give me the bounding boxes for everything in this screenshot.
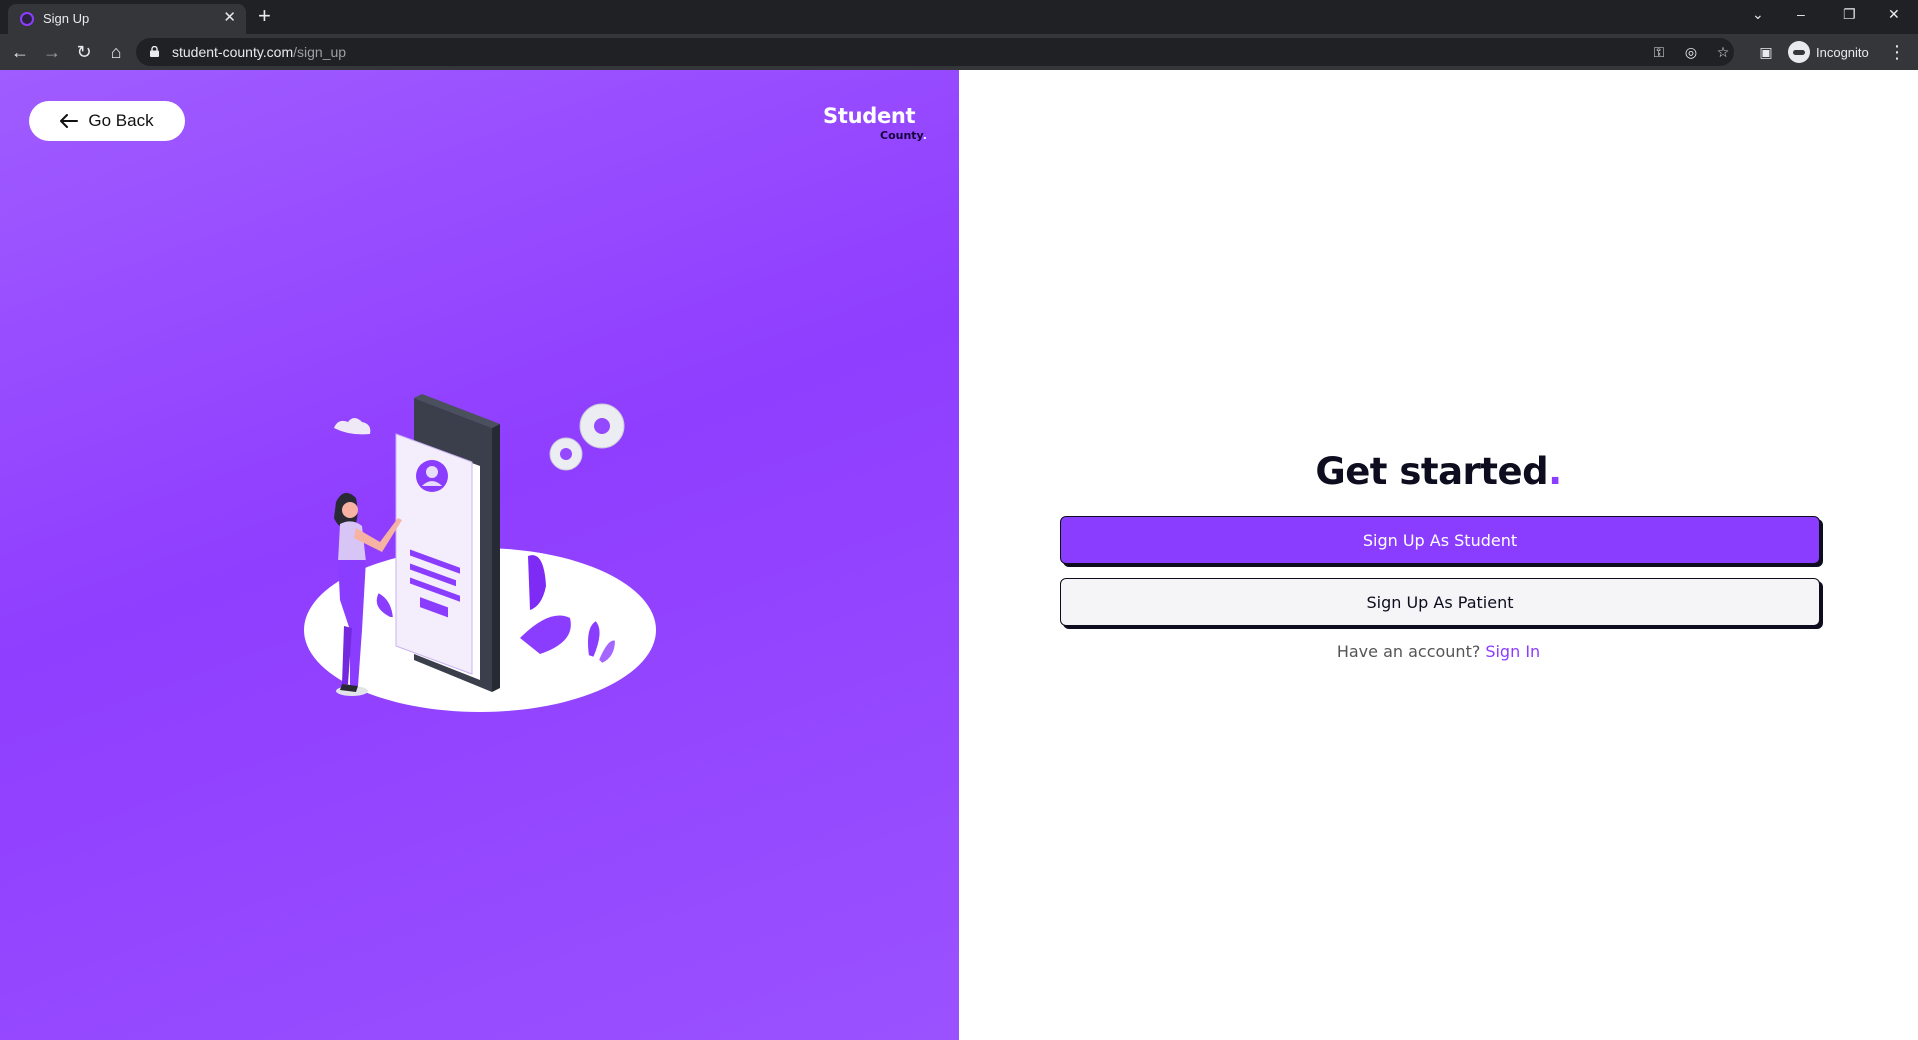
browser-toolbar: ← → ↻ ⌂ student-county.com/sign_up ⚿ ◎ ☆… (0, 34, 1918, 70)
brand-sub-text: County. (880, 129, 927, 142)
go-back-label: Go Back (88, 111, 154, 130)
restore-icon[interactable]: ❐ (1843, 5, 1856, 23)
url-path: /sign_up (293, 44, 347, 60)
eye-off-icon[interactable]: ◎ (1682, 43, 1700, 61)
have-account-text: Have an account? (1336, 642, 1481, 661)
browser-tab-strip: Sign Up ✕ + ⌄ – ❐ ✕ (0, 0, 1918, 34)
browser-menu-icon[interactable]: ⋮ (1888, 40, 1906, 64)
browser-tab[interactable]: Sign Up ✕ (8, 4, 246, 34)
sign-in-link[interactable]: Sign In (1485, 642, 1540, 661)
bookmark-star-icon[interactable]: ☆ (1714, 43, 1732, 61)
side-panel-icon[interactable]: ▣ (1754, 40, 1778, 64)
hero-panel: Go Back Student County. (0, 70, 959, 1040)
address-bar[interactable]: student-county.com/sign_up ⚿ ◎ ☆ (136, 38, 1734, 66)
auth-panel: Get started. Sign Up As Student Sign Up … (959, 70, 1918, 1040)
brand-logo[interactable]: Student County. (823, 104, 933, 148)
incognito-icon (1788, 41, 1810, 63)
lock-icon (150, 46, 159, 57)
forward-icon[interactable]: → (40, 40, 64, 64)
arrow-left-icon (60, 114, 79, 128)
back-icon[interactable]: ← (8, 40, 32, 64)
url-text: student-county.com/sign_up (172, 44, 346, 60)
have-account-line: Have an account? Sign In (959, 642, 1918, 661)
url-host: student-county.com (172, 44, 294, 60)
sign-up-patient-button[interactable]: Sign Up As Patient (1060, 578, 1820, 626)
close-tab-icon[interactable]: ✕ (223, 9, 236, 27)
tab-title: Sign Up (43, 11, 90, 26)
home-icon[interactable]: ⌂ (104, 40, 128, 64)
brand-sub-word: County (880, 129, 923, 142)
close-window-icon[interactable]: ✕ (1888, 5, 1900, 23)
profile-label: Incognito (1816, 44, 1869, 60)
go-back-button[interactable]: Go Back (29, 101, 185, 141)
profile-button[interactable]: Incognito (1788, 41, 1869, 63)
tab-search-chevron-icon[interactable]: ⌄ (1752, 5, 1764, 23)
brand-dot: . (922, 129, 927, 142)
new-tab-icon[interactable]: + (258, 4, 271, 28)
key-icon[interactable]: ⚿ (1650, 43, 1668, 61)
page-title-dot: . (1548, 450, 1562, 493)
page-title-text: Get started (1315, 450, 1549, 493)
reload-icon[interactable]: ↻ (72, 40, 96, 64)
brand-main-text: Student (823, 104, 916, 128)
minimize-icon[interactable]: – (1797, 5, 1805, 23)
site-favicon-icon (20, 12, 34, 26)
page-title: Get started. (959, 450, 1918, 493)
signup-illustration (304, 394, 656, 712)
sign-up-student-button[interactable]: Sign Up As Student (1060, 516, 1820, 564)
